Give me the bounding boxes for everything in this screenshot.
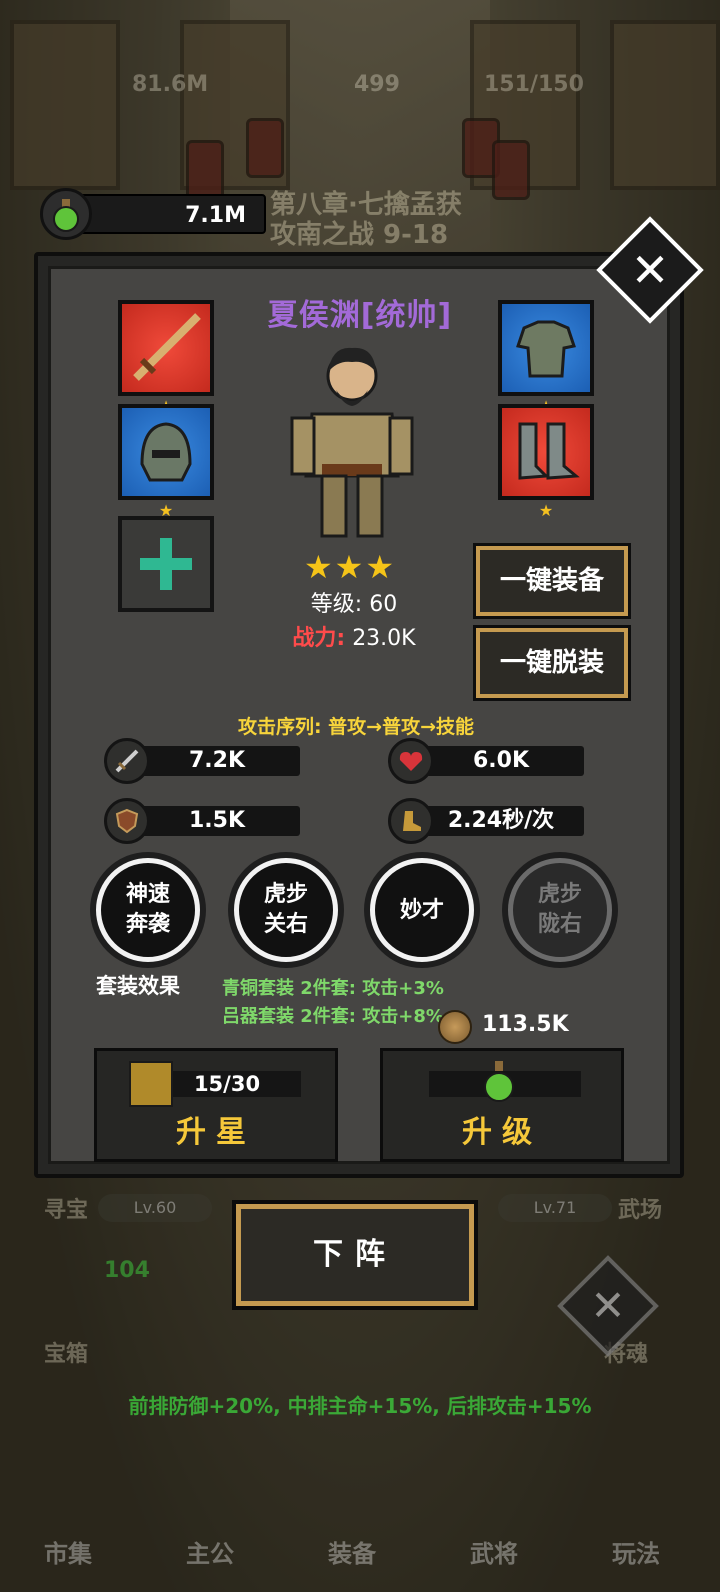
treasure-hunt-label[interactable]: 寻宝 bbox=[44, 1192, 88, 1224]
nav-play[interactable]: 玩法 bbox=[612, 1534, 660, 1569]
hero-portrait bbox=[282, 336, 422, 556]
weapon-slot[interactable]: ★ bbox=[118, 300, 214, 416]
potion-icon bbox=[479, 1059, 519, 1103]
helmet-slot[interactable]: ★ bbox=[118, 404, 214, 520]
nav-equipment[interactable]: 装备 bbox=[328, 1534, 376, 1569]
potion-resource: 7.1M bbox=[40, 188, 266, 240]
chest-count: 104 bbox=[104, 1258, 150, 1283]
arena-label[interactable]: 武场 bbox=[618, 1192, 662, 1224]
armor-icon bbox=[516, 320, 576, 378]
set-effect-lv: 吕器套装 2件套: 攻击+8% bbox=[222, 1006, 444, 1027]
hero-name: 夏侯渊[统帅] bbox=[267, 298, 453, 333]
heart-icon bbox=[388, 738, 434, 784]
level-up-label: 升级 bbox=[462, 1115, 542, 1150]
coin-value: 113.5K bbox=[482, 1012, 569, 1037]
close-icon: ✕ bbox=[590, 1281, 626, 1330]
star-up-button[interactable]: 15/30 升星 bbox=[94, 1048, 338, 1162]
hero-fragment-icon bbox=[129, 1061, 173, 1107]
stamina-display: 151/150 bbox=[484, 72, 584, 97]
equip-all-button[interactable]: 一键装备 bbox=[476, 546, 628, 616]
skill-label-1: 神速 奔袭 bbox=[125, 882, 170, 937]
right-level-pill: Lv.71 bbox=[498, 1194, 612, 1222]
top-resource-bar: 81.6M 499 151/150 bbox=[0, 72, 720, 108]
boot-speed-icon bbox=[388, 798, 434, 844]
sword-icon bbox=[104, 738, 150, 784]
set-effect-title: 套装效果 bbox=[96, 974, 180, 998]
chest-label[interactable]: 宝箱 bbox=[44, 1336, 88, 1368]
potion-value: 7.1M bbox=[185, 203, 246, 228]
potion-icon bbox=[40, 188, 92, 240]
speed-stat: 2.24秒/次 bbox=[388, 798, 584, 844]
shield-icon bbox=[104, 798, 150, 844]
skill-label-3: 妙才 bbox=[399, 898, 444, 923]
armor-slot[interactable]: ★ bbox=[498, 300, 594, 416]
star-up-label: 升星 bbox=[176, 1115, 256, 1150]
sword-icon bbox=[133, 313, 201, 381]
nav-market[interactable]: 市集 bbox=[44, 1534, 92, 1569]
chapter-title: 第八章·七擒孟获 攻南之战 9-18 bbox=[270, 190, 462, 250]
gem-display: 499 bbox=[354, 72, 400, 97]
coin-icon bbox=[438, 1010, 472, 1044]
nav-lord[interactable]: 主公 bbox=[186, 1534, 234, 1569]
unequip-all-button[interactable]: 一键脱装 bbox=[476, 628, 628, 698]
boots-slot[interactable]: ★ bbox=[498, 404, 594, 520]
star-up-progress: 15/30 bbox=[193, 1072, 261, 1096]
hp-stat: 6.0K bbox=[388, 738, 584, 784]
skill-label-2: 虎步 关右 bbox=[263, 882, 308, 937]
skill-label-4: 虎步 陇右 bbox=[537, 882, 582, 937]
gold-display: 81.6M bbox=[132, 72, 209, 97]
formation-bonus: 前排防御+20%, 中排主命+15%, 后排攻击+15% bbox=[128, 1394, 592, 1418]
level-up-button[interactable]: 0 升级 bbox=[380, 1048, 624, 1162]
boots-icon bbox=[518, 422, 580, 480]
defense-stat: 1.5K bbox=[104, 798, 300, 844]
attack-stat: 7.2K bbox=[104, 738, 300, 784]
close-icon: ✕ bbox=[630, 243, 670, 297]
remove-from-formation-button[interactable]: 下阵 bbox=[236, 1204, 474, 1306]
set-effect-bronze: 青铜套装 2件套: 攻击+3% bbox=[222, 978, 444, 999]
helmet-icon bbox=[140, 422, 192, 482]
left-level-pill: Lv.60 bbox=[98, 1194, 212, 1222]
attack-sequence: 攻击序列: 普攻→普攻→技能 bbox=[237, 716, 475, 738]
nav-generals[interactable]: 武将 bbox=[470, 1534, 518, 1569]
